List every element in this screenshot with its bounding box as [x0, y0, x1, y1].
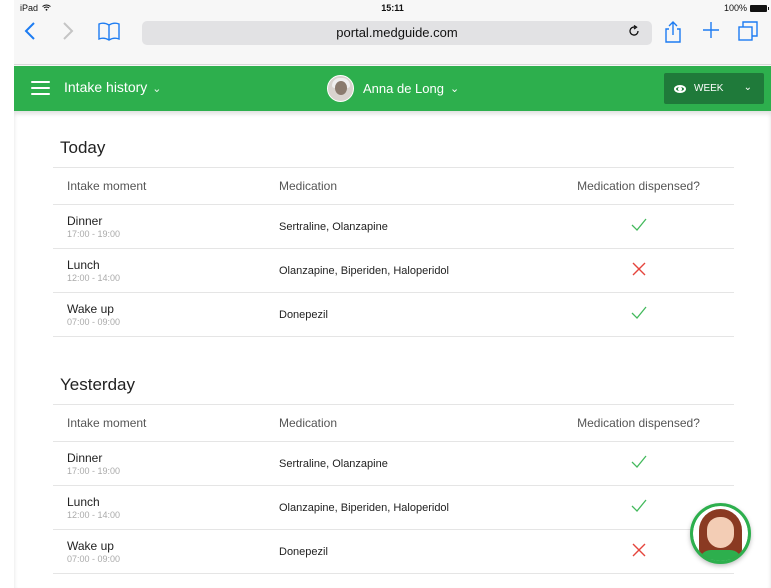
- medication-cell: Olanzapine, Biperiden, Haloperidol: [279, 248, 543, 293]
- bookmarks-icon[interactable]: [98, 21, 120, 45]
- forward-icon[interactable]: [62, 21, 74, 45]
- table-row: Lunch 12:00 - 14:00 Olanzapine, Biperiden,…: [53, 485, 734, 530]
- assistant-avatar-button[interactable]: [690, 503, 751, 564]
- medication-cell: Sertraline, Olanzapine: [279, 204, 543, 249]
- section-title: Yesterday: [60, 375, 135, 394]
- intake-moment-time: 07:00 - 09:00: [67, 553, 121, 564]
- chevron-down-icon: ⌄: [743, 82, 752, 93]
- battery-percentage: 100%: [723, 3, 747, 13]
- intake-table: Intake moment Medication Medication disp…: [53, 167, 734, 337]
- dispensed-cell: [543, 292, 734, 337]
- medication-cell: Donepezil: [279, 529, 543, 574]
- back-icon[interactable]: [24, 21, 36, 45]
- patient-name: Anna de Long: [363, 81, 444, 96]
- column-header-dispensed: Medication dispensed?: [543, 167, 734, 205]
- intake-moment-time: 12:00 - 14:00: [67, 509, 121, 520]
- column-header-moment: Intake moment: [53, 167, 279, 205]
- page-title: Intake history: [64, 79, 148, 95]
- page-title-dropdown[interactable]: Intake history ⌄: [64, 79, 161, 95]
- intake-content: Today Intake moment Medication Medicatio…: [14, 111, 771, 588]
- medication-cell: Donepezil: [279, 292, 543, 337]
- eye-icon: [674, 84, 686, 93]
- checkmark-icon: [631, 499, 647, 516]
- intake-moment-time: 17:00 - 19:00: [67, 228, 121, 239]
- chevron-down-icon: ⌄: [449, 83, 460, 95]
- dispensed-cell: [543, 248, 734, 293]
- section-today: Today Intake moment Medication Medicatio…: [53, 137, 734, 337]
- intake-moment-cell: Dinner 17:00 - 19:00: [53, 441, 279, 486]
- table-header: Intake moment Medication Medication disp…: [53, 167, 734, 205]
- intake-moment-cell: Lunch 12:00 - 14:00: [53, 485, 279, 530]
- status-time: 15:11: [381, 3, 404, 13]
- battery-icon: [750, 4, 769, 12]
- intake-table: Intake moment Medication Medication disp…: [53, 404, 734, 574]
- status-right: 100%: [723, 3, 769, 13]
- checkmark-icon: [631, 306, 647, 323]
- section-title: Today: [60, 138, 106, 157]
- medication-cell: Sertraline, Olanzapine: [279, 441, 543, 486]
- ipad-screen: iPad 15:11 100% portal.medguide.com Inta…: [14, 0, 771, 588]
- checkmark-icon: [631, 218, 647, 235]
- cross-icon: [632, 543, 646, 560]
- intake-moment-time: 12:00 - 14:00: [67, 272, 121, 283]
- table-header: Intake moment Medication Medication disp…: [53, 404, 734, 442]
- intake-moment-cell: Wake up 07:00 - 09:00: [53, 292, 279, 337]
- range-label: WEEK: [694, 83, 724, 94]
- status-bar: iPad 15:11 100%: [14, 0, 771, 17]
- menu-icon[interactable]: [31, 81, 50, 96]
- browser-toolbar: portal.medguide.com: [14, 17, 771, 65]
- range-select[interactable]: WEEK ⌄: [664, 73, 764, 104]
- dispensed-cell: [543, 204, 734, 249]
- intake-moment-time: 17:00 - 19:00: [67, 465, 121, 476]
- tabs-icon[interactable]: [738, 21, 758, 45]
- dispensed-cell: [543, 441, 734, 486]
- intake-moment-name: Lunch: [67, 257, 100, 272]
- column-header-moment: Intake moment: [53, 404, 279, 442]
- column-header-dispensed: Medication dispensed?: [543, 404, 734, 442]
- column-header-medication: Medication: [279, 167, 543, 205]
- table-row: Dinner 17:00 - 19:00 Sertraline, Olanzapin…: [53, 441, 734, 486]
- checkmark-icon: [631, 455, 647, 472]
- table-row: Lunch 12:00 - 14:00 Olanzapine, Biperiden,…: [53, 248, 734, 293]
- patient-selector[interactable]: Anna de Long ⌄: [327, 75, 459, 102]
- address-bar[interactable]: portal.medguide.com: [142, 21, 652, 45]
- intake-moment-name: Dinner: [67, 450, 103, 465]
- reload-icon[interactable]: [629, 21, 640, 45]
- intake-moment-name: Wake up: [67, 301, 114, 316]
- intake-moment-name: Lunch: [67, 494, 100, 509]
- app-header: Intake history ⌄ Anna de Long ⌄ WEEK ⌄: [14, 66, 771, 111]
- share-icon[interactable]: [664, 21, 682, 47]
- intake-moment-cell: Wake up 07:00 - 09:00: [53, 529, 279, 574]
- avatar: [327, 75, 354, 102]
- new-tab-icon[interactable]: [702, 21, 720, 43]
- table-row: Wake up 07:00 - 09:00 Donepezil: [53, 292, 734, 337]
- section-yesterday: Yesterday Intake moment Medication Medic…: [53, 374, 734, 574]
- intake-moment-name: Wake up: [67, 538, 114, 553]
- intake-moment-cell: Dinner 17:00 - 19:00: [53, 204, 279, 249]
- chevron-down-icon: ⌄: [152, 83, 162, 95]
- intake-moment-cell: Lunch 12:00 - 14:00: [53, 248, 279, 293]
- url-text: portal.medguide.com: [336, 25, 458, 40]
- cross-icon: [632, 262, 646, 279]
- table-row: Dinner 17:00 - 19:00 Sertraline, Olanzapin…: [53, 204, 734, 249]
- table-row: Wake up 07:00 - 09:00 Donepezil: [53, 529, 734, 574]
- intake-moment-name: Dinner: [67, 213, 103, 228]
- intake-moment-time: 07:00 - 09:00: [67, 316, 121, 327]
- column-header-medication: Medication: [279, 404, 543, 442]
- medication-cell: Olanzapine, Biperiden, Haloperidol: [279, 485, 543, 530]
